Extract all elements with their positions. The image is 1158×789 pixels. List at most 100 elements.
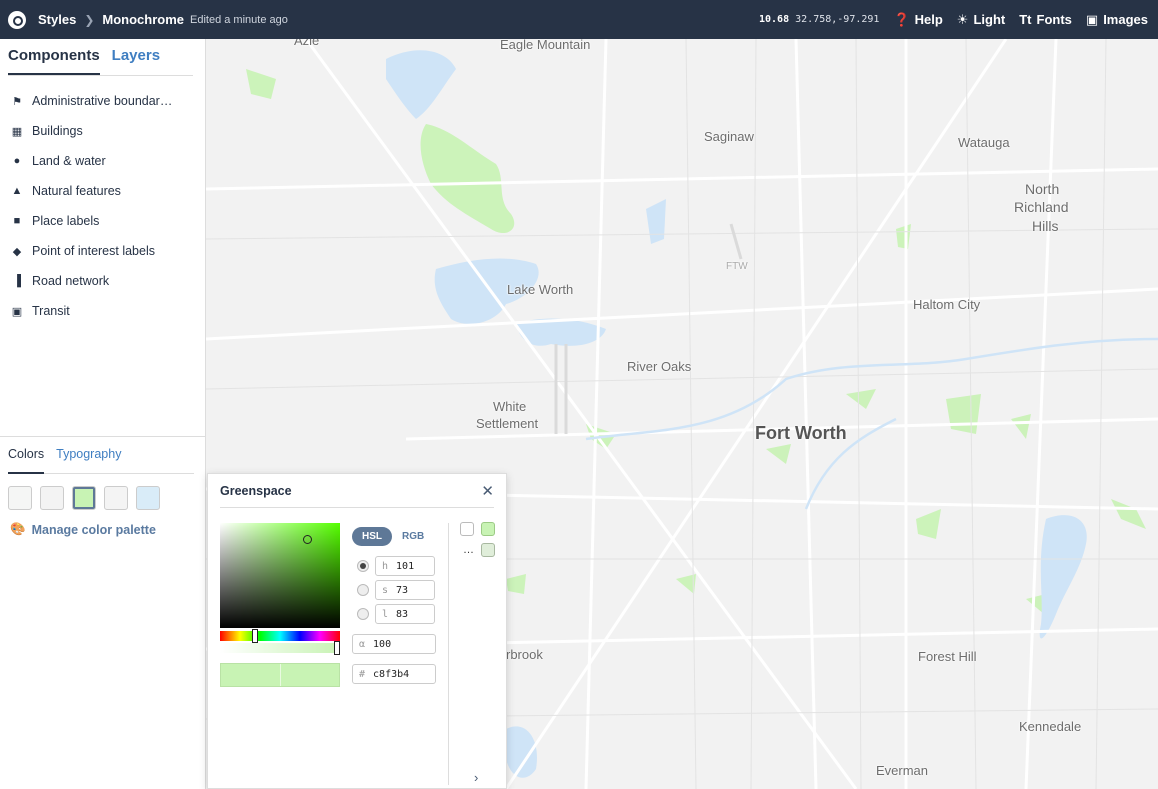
manage-palette-button[interactable]: 🎨 Manage color palette	[10, 522, 206, 537]
more-swatches-ellipsis[interactable]: …	[463, 544, 474, 556]
component-administrative-boundaries[interactable]: ⚑ Administrative boundar…	[0, 86, 205, 116]
alpha-input[interactable]: α 100	[352, 634, 436, 654]
fonts-button[interactable]: Tt Fonts	[1019, 12, 1072, 27]
help-icon: ❓	[893, 11, 910, 27]
place-label: Haltom City	[913, 297, 981, 312]
sidebar-tabs: Components Layers	[8, 47, 193, 76]
tab-layers[interactable]: Layers	[112, 47, 160, 75]
saturation-input[interactable]: s 73	[375, 580, 435, 600]
help-button[interactable]: ❓ Help	[893, 12, 942, 28]
component-label: Land & water	[32, 154, 106, 168]
lightness-input[interactable]: l 83	[375, 604, 435, 624]
color-swatches	[8, 486, 206, 510]
lightness-radio[interactable]	[357, 608, 369, 620]
color-tabs: Colors Typography	[8, 437, 194, 474]
picker-title: Greenspace	[220, 483, 292, 498]
mode-hsl[interactable]: HSL	[352, 527, 392, 546]
color-preview	[220, 663, 340, 687]
marker-icon: ◆	[12, 245, 22, 258]
component-road-network[interactable]: ▐ Road network	[0, 266, 205, 296]
current-color-swatch[interactable]	[481, 522, 495, 536]
place-label: White	[493, 399, 527, 414]
hue-input[interactable]: h 101	[375, 556, 435, 576]
alpha-slider[interactable]	[220, 641, 340, 655]
component-natural-features[interactable]: ▲ Natural features	[0, 176, 205, 206]
saturation-radio[interactable]	[357, 584, 369, 596]
alpha-handle[interactable]	[334, 641, 340, 655]
bus-icon: ▣	[11, 305, 23, 318]
component-poi-labels[interactable]: ◆ Point of interest labels	[0, 236, 205, 266]
tab-components[interactable]: Components	[8, 47, 100, 75]
building-icon: ▦	[11, 125, 23, 138]
mode-rgb[interactable]: RGB	[392, 527, 434, 546]
top-bar: Styles ❯ Monochrome Edited a minute ago …	[0, 0, 1158, 39]
color-picker-popover: Greenspace ✕ HSL RGB h 101 s 73 l 83 α 1…	[207, 473, 507, 789]
hue-field-prefix: h	[382, 560, 389, 572]
component-label: Natural features	[32, 184, 121, 198]
place-label: Saginaw	[704, 129, 754, 144]
hue-handle[interactable]	[252, 629, 258, 643]
fonts-icon: Tt	[1019, 12, 1032, 27]
component-transit[interactable]: ▣ Transit	[0, 296, 205, 326]
sun-icon: ☀	[956, 11, 969, 27]
chevron-right-icon: ❯	[84, 12, 95, 27]
palette-swatch[interactable]	[481, 543, 495, 557]
hex-input[interactable]: # c8f3b4	[352, 664, 436, 684]
color-swatch[interactable]	[40, 486, 64, 510]
components-list: ⚑ Administrative boundar… ▦ Buildings ● Lan…	[0, 86, 205, 326]
images-button[interactable]: ▣ Images	[1086, 12, 1148, 28]
place-label: Forest Hill	[918, 649, 977, 664]
component-label: Place labels	[32, 214, 100, 228]
place-label: Azle	[294, 39, 320, 48]
sidebar: Components Layers ⚑ Administrative bounda…	[0, 39, 206, 789]
sv-handle[interactable]	[303, 535, 312, 544]
tab-colors[interactable]: Colors	[8, 447, 45, 474]
color-swatch[interactable]	[8, 486, 32, 510]
place-label: Richland	[1014, 199, 1069, 215]
globe-icon: ●	[13, 155, 21, 167]
help-label: Help	[914, 12, 943, 27]
close-icon[interactable]: ✕	[481, 482, 494, 500]
road-icon: ▐	[13, 275, 21, 287]
place-label: Settlement	[476, 416, 539, 431]
color-swatch[interactable]	[104, 486, 128, 510]
place-label: River Oaks	[627, 359, 692, 374]
picker-header: Greenspace ✕	[220, 474, 494, 508]
lightness-field-prefix: l	[382, 608, 389, 620]
place-label: Everman	[876, 763, 929, 778]
place-label: Watauga	[958, 135, 1010, 150]
component-label: Buildings	[32, 124, 83, 138]
theme-button[interactable]: ☀ Light	[957, 12, 1005, 28]
breadcrumb-styles[interactable]: Styles	[38, 12, 76, 27]
lightness-value: 83	[396, 608, 409, 620]
place-label-major: Fort Worth	[755, 423, 847, 443]
saturation-lightness-area[interactable]	[220, 523, 340, 628]
tab-typography[interactable]: Typography	[56, 447, 121, 473]
color-mode-toggle: HSL RGB	[352, 527, 434, 546]
style-name[interactable]: Monochrome	[102, 12, 184, 27]
component-label: Road network	[32, 274, 110, 288]
theme-label: Light	[973, 12, 1006, 27]
hue-row: h 101	[357, 556, 435, 576]
natural-features-icon: ▲	[11, 185, 23, 197]
component-land-water[interactable]: ● Land & water	[0, 146, 205, 176]
color-swatch[interactable]	[136, 486, 160, 510]
component-label: Transit	[32, 304, 70, 318]
color-panel: Colors Typography 🎨 Manage color palette	[0, 436, 206, 537]
chevron-right-icon[interactable]: ›	[474, 770, 478, 785]
coordinates: 32.758,-97.291	[795, 14, 880, 25]
place-label: Kennedale	[1019, 719, 1082, 734]
logo-icon[interactable]	[8, 10, 26, 29]
component-place-labels[interactable]: ■ Place labels	[0, 206, 205, 236]
color-swatch-selected[interactable]	[72, 486, 96, 510]
edited-status: Edited a minute ago	[190, 13, 288, 26]
hue-radio[interactable]	[357, 560, 369, 572]
saturation-value: 73	[396, 584, 409, 596]
place-label: Hills	[1032, 218, 1059, 234]
hue-slider[interactable]	[220, 629, 340, 643]
component-buildings[interactable]: ▦ Buildings	[0, 116, 205, 146]
lightness-row: l 83	[357, 604, 435, 624]
transparent-swatch[interactable]	[460, 522, 474, 536]
hue-value: 101	[396, 560, 415, 572]
saturation-row: s 73	[357, 580, 435, 600]
